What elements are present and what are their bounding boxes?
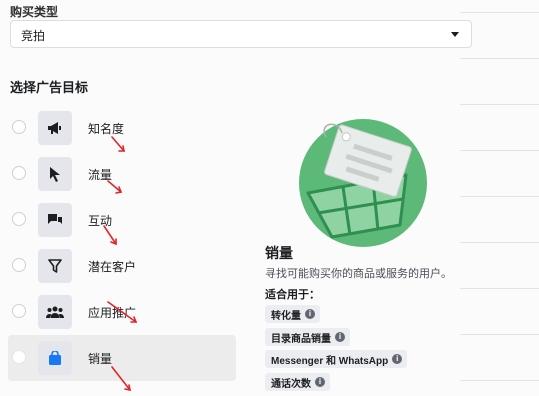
chip-label: 目录商品销量 [271,333,331,345]
chat-bubbles-icon [38,203,72,237]
cursor-icon [38,157,72,191]
objective-label: 应用推广 [88,306,137,320]
buy-type-select[interactable]: 竞拍 [10,20,472,48]
use-case-chip: 目录商品销量 i [265,328,350,346]
sales-illustration [299,119,427,247]
objective-label: 销量 [88,352,113,366]
objective-item-awareness[interactable]: 知名度 [8,105,236,151]
objective-radio[interactable] [12,350,26,364]
objective-label: 互动 [88,214,113,228]
objective-radio[interactable] [12,304,26,318]
info-icon[interactable]: i [305,309,315,319]
detail-title: 销量 [265,245,293,261]
objective-radio[interactable] [12,212,26,226]
funnel-icon [38,249,72,283]
info-icon[interactable]: i [392,354,403,364]
objective-label: 知名度 [88,122,125,136]
shopping-bag-icon [38,341,72,375]
use-case-chip: 通话次数 i [265,373,330,391]
objective-item-engagement[interactable]: 互动 [8,197,236,243]
detail-description: 寻找可能购买你的商品或服务的用户。 [265,268,452,280]
objective-item-traffic[interactable]: 流量 [8,151,236,197]
objective-radio[interactable] [12,258,26,272]
objective-list: 知名度 流量 互动 潜在客户 应用推广 销量 [8,105,236,381]
buy-type-value: 竞拍 [21,29,46,43]
buy-type-label: 购买类型 [10,5,59,19]
chevron-down-icon [451,32,459,37]
objective-section-title: 选择广告目标 [10,80,89,95]
objective-item-app-promotion[interactable]: 应用推广 [8,289,236,335]
megaphone-icon [38,111,72,145]
suitable-for-label: 适合用于： [265,289,320,301]
use-case-chip: 转化量 i [265,305,320,323]
objective-label: 流量 [88,168,113,182]
info-icon[interactable]: i [335,332,345,342]
objective-radio[interactable] [12,166,26,180]
people-icon [38,295,72,329]
objective-radio[interactable] [12,120,26,134]
objective-item-sales[interactable]: 销量 [8,335,236,381]
info-icon[interactable]: i [315,377,325,387]
objective-label: 潜在客户 [88,260,137,274]
chip-label: Messenger 和 WhatsApp [271,355,389,367]
chip-label: 通话次数 [271,378,311,390]
objective-item-leads[interactable]: 潜在客户 [8,243,236,289]
use-case-chip: Messenger 和 WhatsApp i [265,350,408,368]
chip-label: 转化量 [271,310,301,322]
